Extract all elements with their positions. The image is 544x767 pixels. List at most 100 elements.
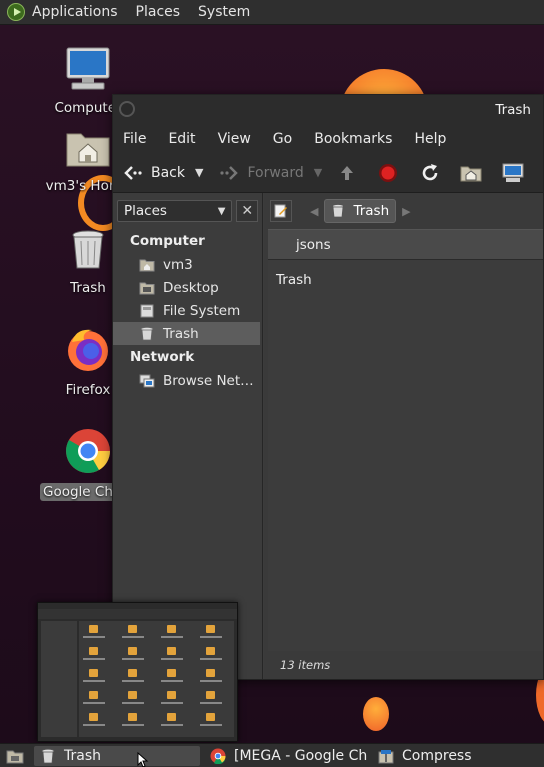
menu-view[interactable]: View [218,131,251,147]
reload-button[interactable] [420,163,440,183]
thumbnail-folder-icon [89,713,98,721]
thumbnail-folder-icon [128,647,137,655]
thumbnail-folder-label [200,658,222,660]
computer-button[interactable] [502,163,524,183]
sidebar-item-file-system[interactable]: File System [113,299,262,322]
sidebar-item-desktop[interactable]: Desktop [113,276,262,299]
menu-help[interactable]: Help [414,131,446,147]
menu-file[interactable]: File [123,131,146,147]
thumbnail-folder-icon [167,669,176,677]
sidebar-item-browse-network[interactable]: Browse Net… [113,369,262,392]
menu-edit[interactable]: Edit [168,131,195,147]
sidebar-item-trash[interactable]: Trash [113,322,260,345]
sidebar-item-label: Trash [163,325,199,342]
list-item[interactable]: Trash [268,260,543,288]
breadcrumb-trash[interactable]: Trash [324,199,397,223]
menu-go[interactable]: Go [273,131,292,147]
trash-icon [72,230,104,269]
thumbnail-folder-label [83,658,105,660]
window-menu-icon[interactable] [119,101,135,117]
sidebar-mode-select[interactable]: Places ▼ [117,200,233,222]
window-title: Trash [495,102,531,118]
trash-icon [41,748,55,763]
home-icon [139,259,155,271]
drive-icon [140,304,154,317]
show-desktop-button[interactable] [4,746,26,766]
thumbnail-folder-icon [128,669,137,677]
archive-icon [378,749,394,763]
thumbnail-folder-icon [89,669,98,677]
home-button[interactable] [460,164,482,182]
computer-icon [502,163,524,182]
sidebar-item-label: File System [163,302,241,319]
thumbnail-folder-label [122,658,144,660]
forward-arrow-icon [220,165,239,180]
sidebar-section-network: Network [130,349,195,365]
thumbnail-folder-label [200,680,222,682]
close-icon: ✕ [241,203,254,219]
places-menu[interactable]: Places [136,4,181,20]
back-history-dropdown[interactable]: ▼ [195,166,203,179]
sidebar-item-label: vm3 [163,256,193,273]
column-header-label: jsons [296,236,331,253]
stop-button[interactable] [378,163,398,183]
back-button[interactable]: Back [123,165,185,181]
thumbnail-folder-icon [206,625,215,633]
taskbar-item-label: Compress [402,747,472,764]
up-button[interactable] [338,164,356,182]
crumb-left-icon[interactable]: ◀ [310,205,318,218]
taskbar-item-chrome[interactable]: [MEGA - Google Ch… [204,746,368,766]
thumbnail-folder-label [161,636,183,638]
wallpaper-orange-drop [363,697,389,731]
list-column-header[interactable]: jsons [268,229,543,259]
menu-bookmarks[interactable]: Bookmarks [314,131,392,147]
toggle-location-entry-button[interactable] [270,200,292,222]
thumbnail-folder-icon [167,713,176,721]
sidebar-header: Places ▼ ✕ [113,193,262,229]
firefox-icon [68,329,108,371]
crumb-right-icon[interactable]: ▶ [402,205,410,218]
forward-history-dropdown[interactable]: ▼ [314,166,322,179]
sidebar-item-label: Desktop [163,279,219,296]
thumbnail-folder-label [161,724,183,726]
home-folder-icon [66,133,110,167]
edit-pencil-icon [274,204,287,218]
back-label: Back [151,164,185,181]
thumbnail-folder-icon [89,625,98,633]
status-bar: 13 items [264,651,543,679]
sidebar-section-computer: Computer [130,233,205,249]
thumbnail-folder-label [161,702,183,704]
file-list[interactable]: Trash [268,259,543,651]
thumbnail-folder-icon [167,691,176,699]
mate-menu-icon[interactable] [7,3,25,21]
breadcrumb-label: Trash [353,203,390,219]
taskbar-item-trash[interactable]: Trash [34,745,200,766]
taskbar-item-compress[interactable]: Compress [372,746,522,766]
thumbnail-folder-label [122,724,144,726]
thumbnail-folder-icon [206,647,215,655]
thumbnail-folder-icon [128,713,137,721]
forward-button[interactable]: Forward [219,164,304,181]
applications-menu[interactable]: Applications [32,4,118,20]
taskbar-item-label: [MEGA - Google Ch… [234,747,368,764]
close-sidebar-button[interactable]: ✕ [236,200,258,222]
show-desktop-icon [6,750,24,763]
thumbnail-folder-label [200,636,222,638]
thumbnail-folder-label [122,636,144,638]
window-titlebar[interactable]: Trash [113,95,543,125]
sidebar-item-vm3[interactable]: vm3 [113,253,262,276]
taskbar-item-label: Trash [64,747,101,764]
window-preview-thumbnail[interactable] [37,602,238,742]
thumbnail-toolbar [38,609,237,619]
thumbnail-folder-icon [167,647,176,655]
thumbnail-folder-label [161,658,183,660]
file-manager-window: Trash File Edit View Go Bookmarks Help B… [112,94,544,680]
system-menu[interactable]: System [198,4,250,20]
forward-label: Forward [247,164,304,181]
main-pane: ◀ Trash ▶ jsons Trash 13 items [264,193,543,679]
thumbnail-folder-label [83,680,105,682]
thumbnail-folder-icon [206,713,215,721]
reload-icon [423,163,438,180]
desktop-icon [139,282,155,294]
sidebar-mode-value: Places [124,203,167,219]
